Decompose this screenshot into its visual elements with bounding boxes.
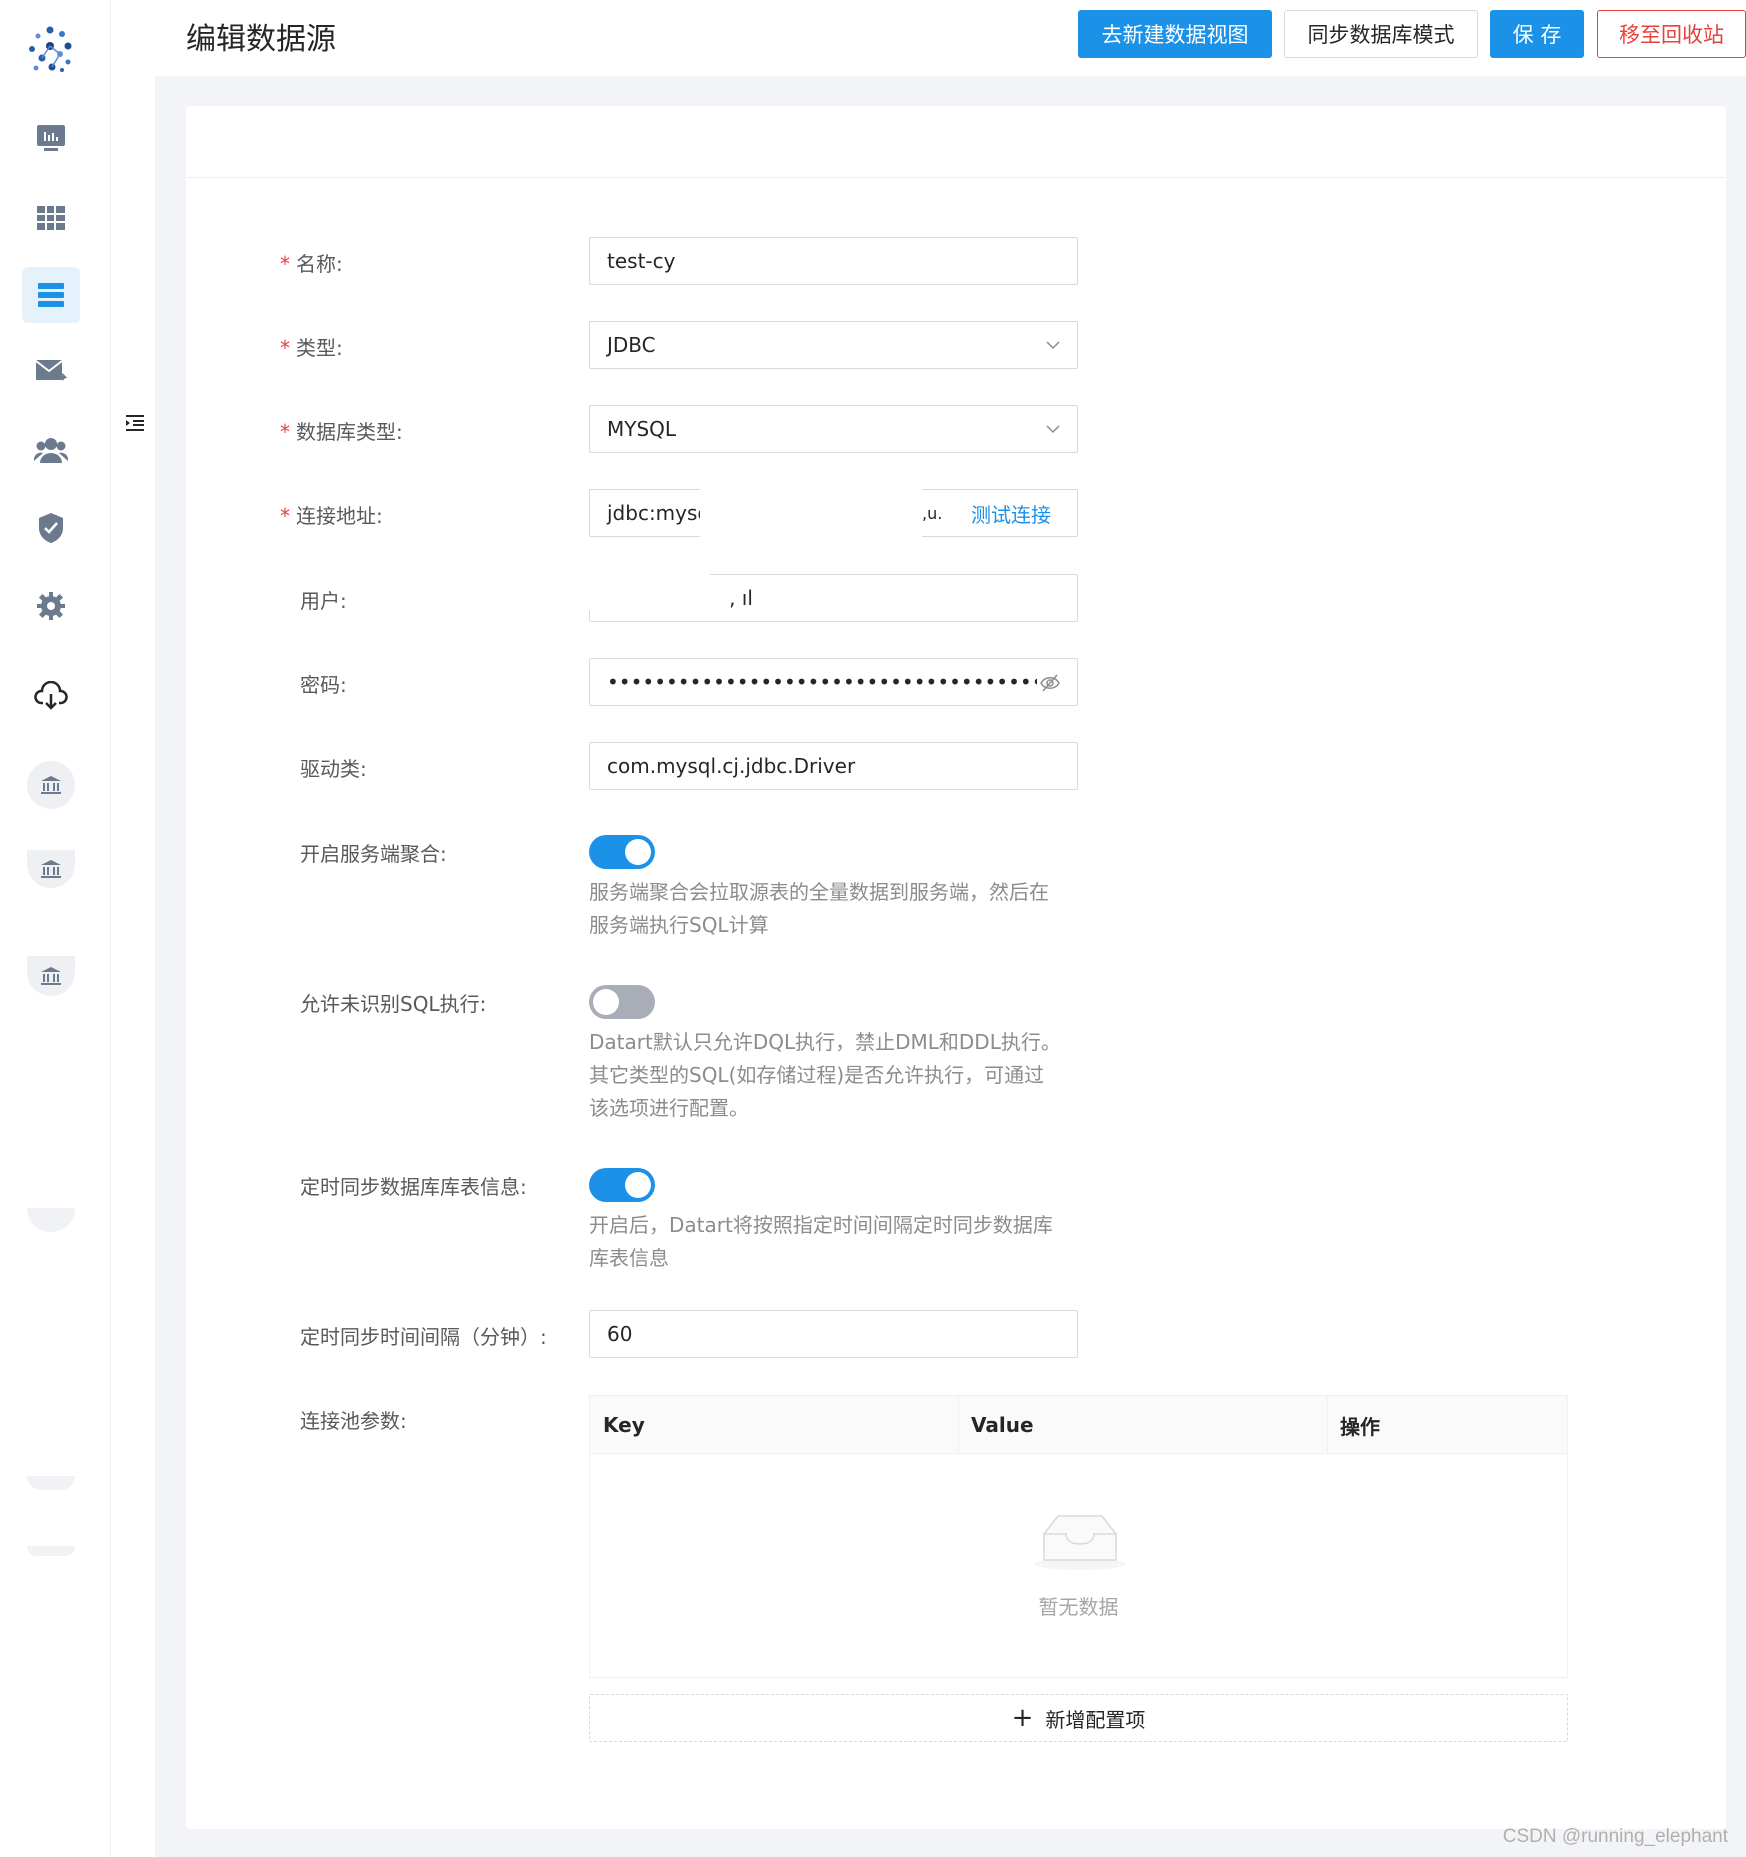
org-switch-6[interactable]	[27, 1546, 75, 1556]
db-type-label: * 数据库类型:	[280, 420, 403, 444]
chevron-down-icon	[1046, 425, 1060, 434]
column-header-key: Key	[603, 1413, 645, 1437]
nav-permissions[interactable]	[22, 500, 80, 556]
empty-text: 暂无数据	[1038, 1595, 1119, 1619]
eye-invisible-icon[interactable]	[1039, 672, 1061, 694]
move-to-recycle-button[interactable]: 移至回收站	[1597, 10, 1746, 58]
sync-schema-button[interactable]: 同步数据库模式	[1284, 10, 1478, 58]
name-input[interactable]: test-cy	[589, 237, 1078, 285]
column-header-value: Value	[971, 1413, 1034, 1437]
nav-settings[interactable]	[22, 578, 80, 634]
table-header: Key Value 操作	[590, 1396, 1567, 1454]
type-select[interactable]: JDBC	[589, 321, 1078, 369]
sync-interval-input[interactable]: 60	[589, 1310, 1078, 1358]
org-switch-5[interactable]	[27, 1476, 75, 1490]
source-list-collapsed	[111, 0, 155, 1857]
bank-icon	[41, 860, 61, 878]
pool-params-table: Key Value 操作 暂无数据	[589, 1395, 1568, 1678]
sync-interval-label: 定时同步时间间隔（分钟）:	[300, 1325, 547, 1349]
server-aggregate-switch[interactable]	[589, 835, 655, 869]
org-switch-3[interactable]	[27, 956, 75, 996]
plus-icon: +	[1011, 1703, 1034, 1733]
switch-knob	[625, 1172, 651, 1198]
user-label: 用户:	[300, 589, 347, 613]
url-label: * 连接地址:	[280, 504, 383, 528]
menu-unfold-icon[interactable]	[124, 412, 146, 434]
chevron-down-icon	[1046, 341, 1060, 350]
switch-knob	[625, 839, 651, 865]
db-type-select[interactable]: MYSQL	[589, 405, 1078, 453]
server-aggregate-label: 开启服务端聚合:	[300, 842, 447, 866]
table-icon	[37, 206, 65, 230]
password-input[interactable]: ••••••••••••••••••••••••••••••••••••••••…	[589, 658, 1078, 706]
allow-sql-help: Datart默认只允许DQL执行，禁止DML和DDL执行。 其它类型的SQL(如…	[589, 1030, 1061, 1120]
new-view-button[interactable]: 去新建数据视图	[1078, 10, 1272, 58]
nav-schedule[interactable]	[22, 343, 80, 399]
nav-dashboard[interactable]	[22, 110, 80, 166]
org-switch-2[interactable]	[27, 850, 75, 888]
org-switch-4[interactable]	[27, 1208, 75, 1232]
card-header	[186, 106, 1726, 178]
allow-sql-switch[interactable]	[589, 985, 655, 1019]
watermark: CSDN @running_elephant	[1502, 1826, 1728, 1847]
name-label: * 名称:	[280, 252, 343, 276]
scheduled-sync-help: 开启后，Datart将按照指定时间间隔定时同步数据库 库表信息	[589, 1213, 1053, 1270]
nav-download[interactable]	[22, 668, 80, 724]
save-button[interactable]: 保 存	[1490, 10, 1584, 58]
switch-knob	[593, 989, 619, 1015]
scheduled-sync-switch[interactable]	[589, 1168, 655, 1202]
type-label: * 类型:	[280, 336, 343, 360]
redaction	[700, 486, 922, 542]
org-switch-1[interactable]	[27, 761, 75, 809]
column-header-actions: 操作	[1340, 1414, 1380, 1439]
empty-inbox-icon	[1034, 1515, 1126, 1570]
scheduled-sync-label: 定时同步数据库库表信息:	[300, 1175, 527, 1199]
nav-members[interactable]	[22, 422, 80, 478]
driver-label: 驱动类:	[300, 757, 367, 781]
cloud-download-icon	[34, 681, 68, 710]
dashboard-icon	[37, 125, 65, 151]
nav-table[interactable]	[22, 190, 80, 246]
mail-icon	[35, 360, 67, 381]
test-connection-link[interactable]: 测试连接	[971, 499, 1051, 528]
pool-params-label: 连接池参数:	[300, 1409, 407, 1433]
password-label: 密码:	[300, 673, 347, 697]
bank-icon	[41, 967, 61, 985]
gear-icon	[37, 592, 65, 620]
nav-sources[interactable]	[22, 267, 80, 323]
url-tail: ,u.	[922, 503, 943, 523]
page-title: 编辑数据源	[186, 22, 336, 57]
list-icon	[38, 283, 64, 307]
add-config-button[interactable]: + 新增配置项	[589, 1694, 1568, 1742]
bank-icon	[41, 776, 61, 794]
redaction	[586, 570, 710, 610]
add-config-label: 新增配置项	[1045, 1707, 1146, 1732]
logo-icon[interactable]	[22, 22, 78, 78]
server-aggregate-help: 服务端聚合会拉取源表的全量数据到服务端，然后在 服务端执行SQL计算	[589, 880, 1049, 937]
sidebar	[0, 0, 111, 1857]
driver-input[interactable]: com.mysql.cj.jdbc.Driver	[589, 742, 1078, 790]
shield-icon	[39, 513, 63, 543]
users-icon	[34, 438, 68, 463]
allow-sql-label: 允许未识别SQL执行:	[300, 992, 487, 1016]
